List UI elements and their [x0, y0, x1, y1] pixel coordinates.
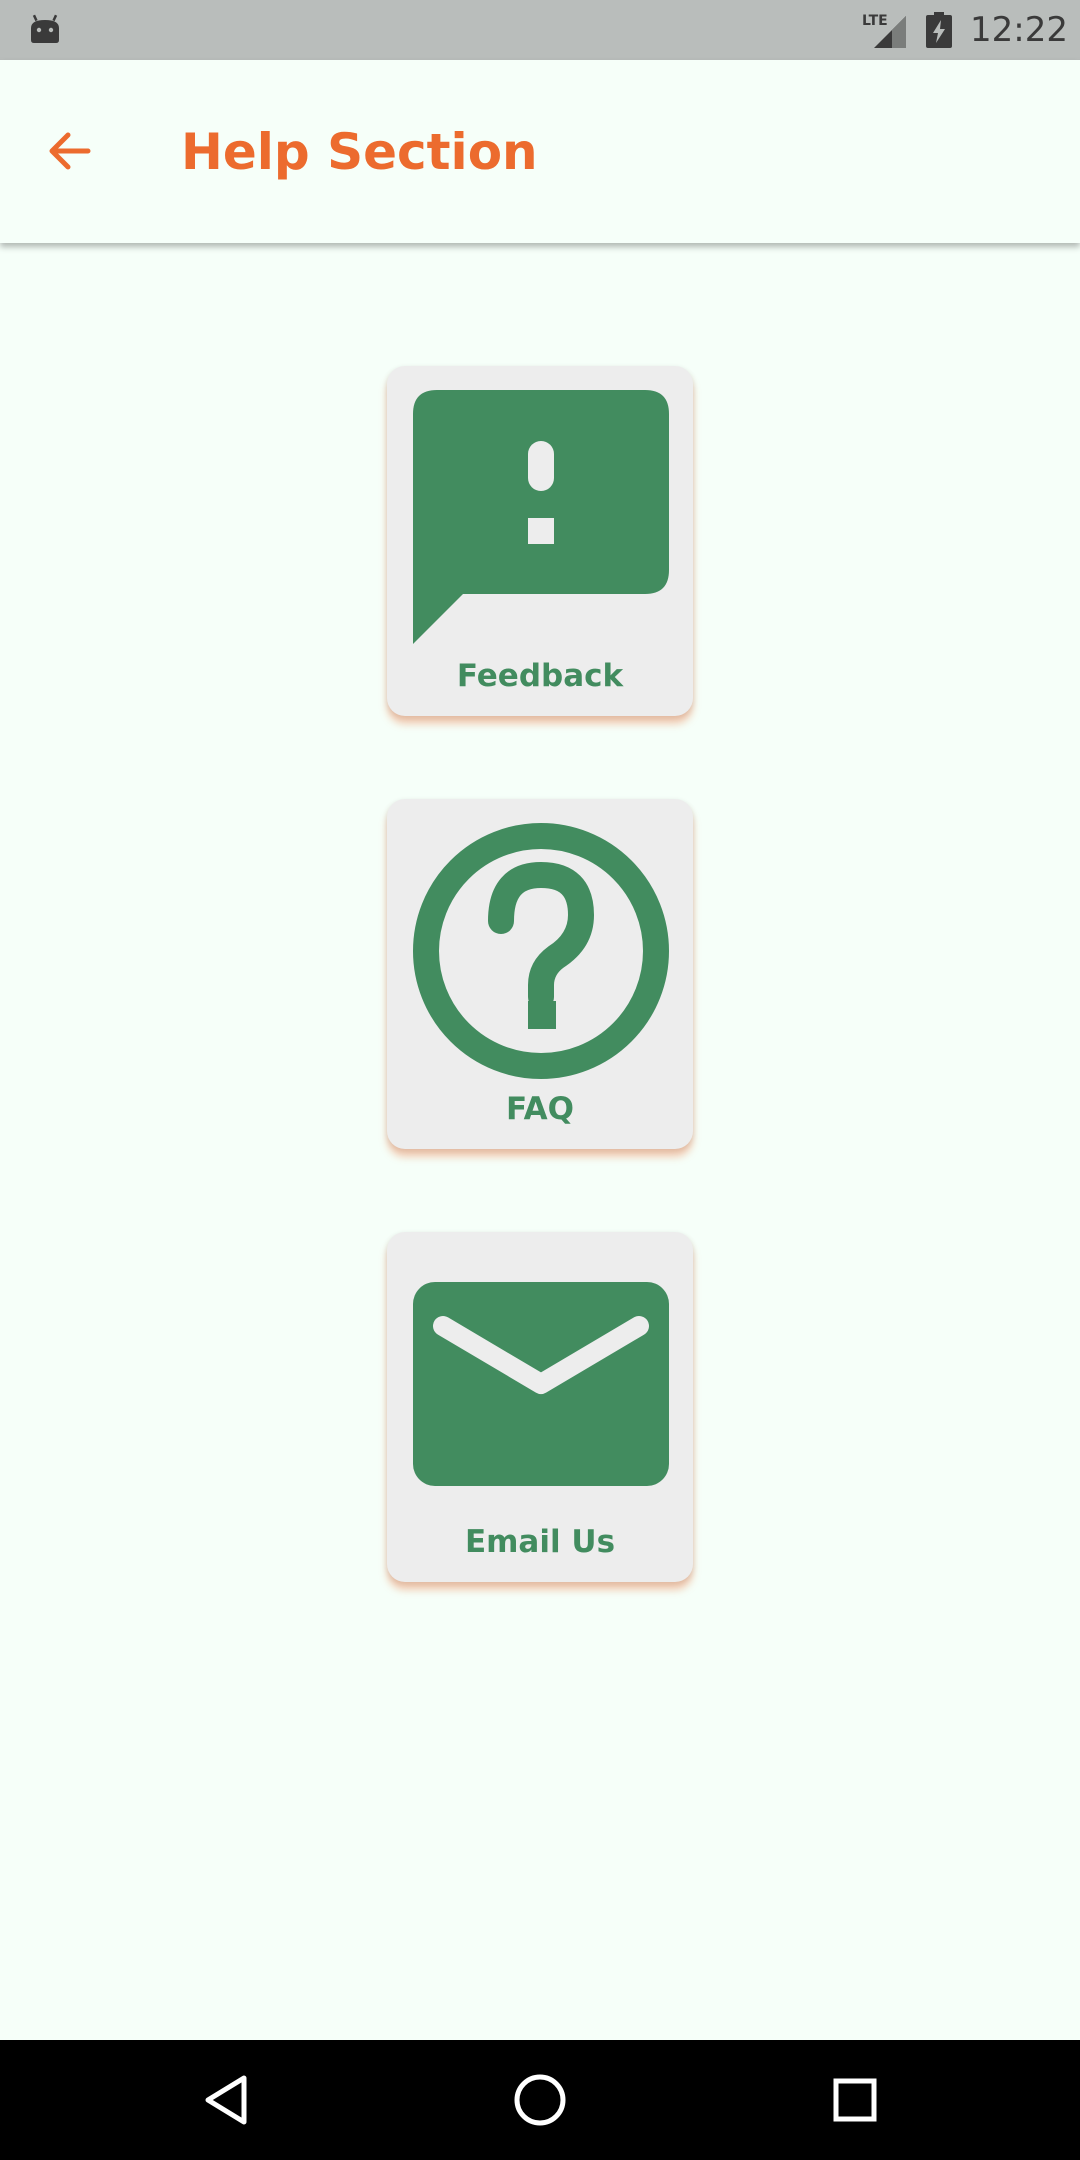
home-circle-icon: [514, 2074, 566, 2126]
feedback-icon: [413, 390, 669, 644]
nav-home-button[interactable]: [500, 2060, 580, 2140]
android-debug-icon: [31, 14, 59, 43]
app-bar: Help Section: [0, 60, 1080, 243]
email-card[interactable]: Email Us: [387, 1232, 693, 1582]
network-type-label: LTE: [862, 13, 888, 29]
help-screen: LTE 12:22 Help Section Feedback FAQ Emai…: [0, 0, 1080, 2160]
feedback-card[interactable]: Feedback: [387, 366, 693, 716]
status-bar: LTE 12:22: [0, 0, 1080, 60]
system-nav-bar: [0, 2040, 1080, 2160]
back-button[interactable]: [26, 118, 114, 184]
faq-label: FAQ: [506, 1091, 574, 1127]
email-label: Email Us: [464, 1524, 616, 1560]
back-triangle-icon: [205, 2075, 247, 2125]
email-icon: [413, 1282, 669, 1486]
faq-card[interactable]: FAQ: [387, 799, 693, 1149]
help-circle-icon: [413, 823, 669, 1079]
lte-signal-icon: LTE: [862, 13, 906, 48]
recents-square-icon: [833, 2078, 877, 2122]
page-title: Help Section: [181, 123, 538, 181]
nav-recents-button[interactable]: [815, 2060, 895, 2140]
battery-charging-icon: [926, 12, 952, 48]
status-time: 12:22: [970, 10, 1068, 50]
arrow-left-icon: [49, 132, 91, 170]
feedback-label: Feedback: [456, 658, 624, 694]
nav-back-button[interactable]: [186, 2060, 266, 2140]
